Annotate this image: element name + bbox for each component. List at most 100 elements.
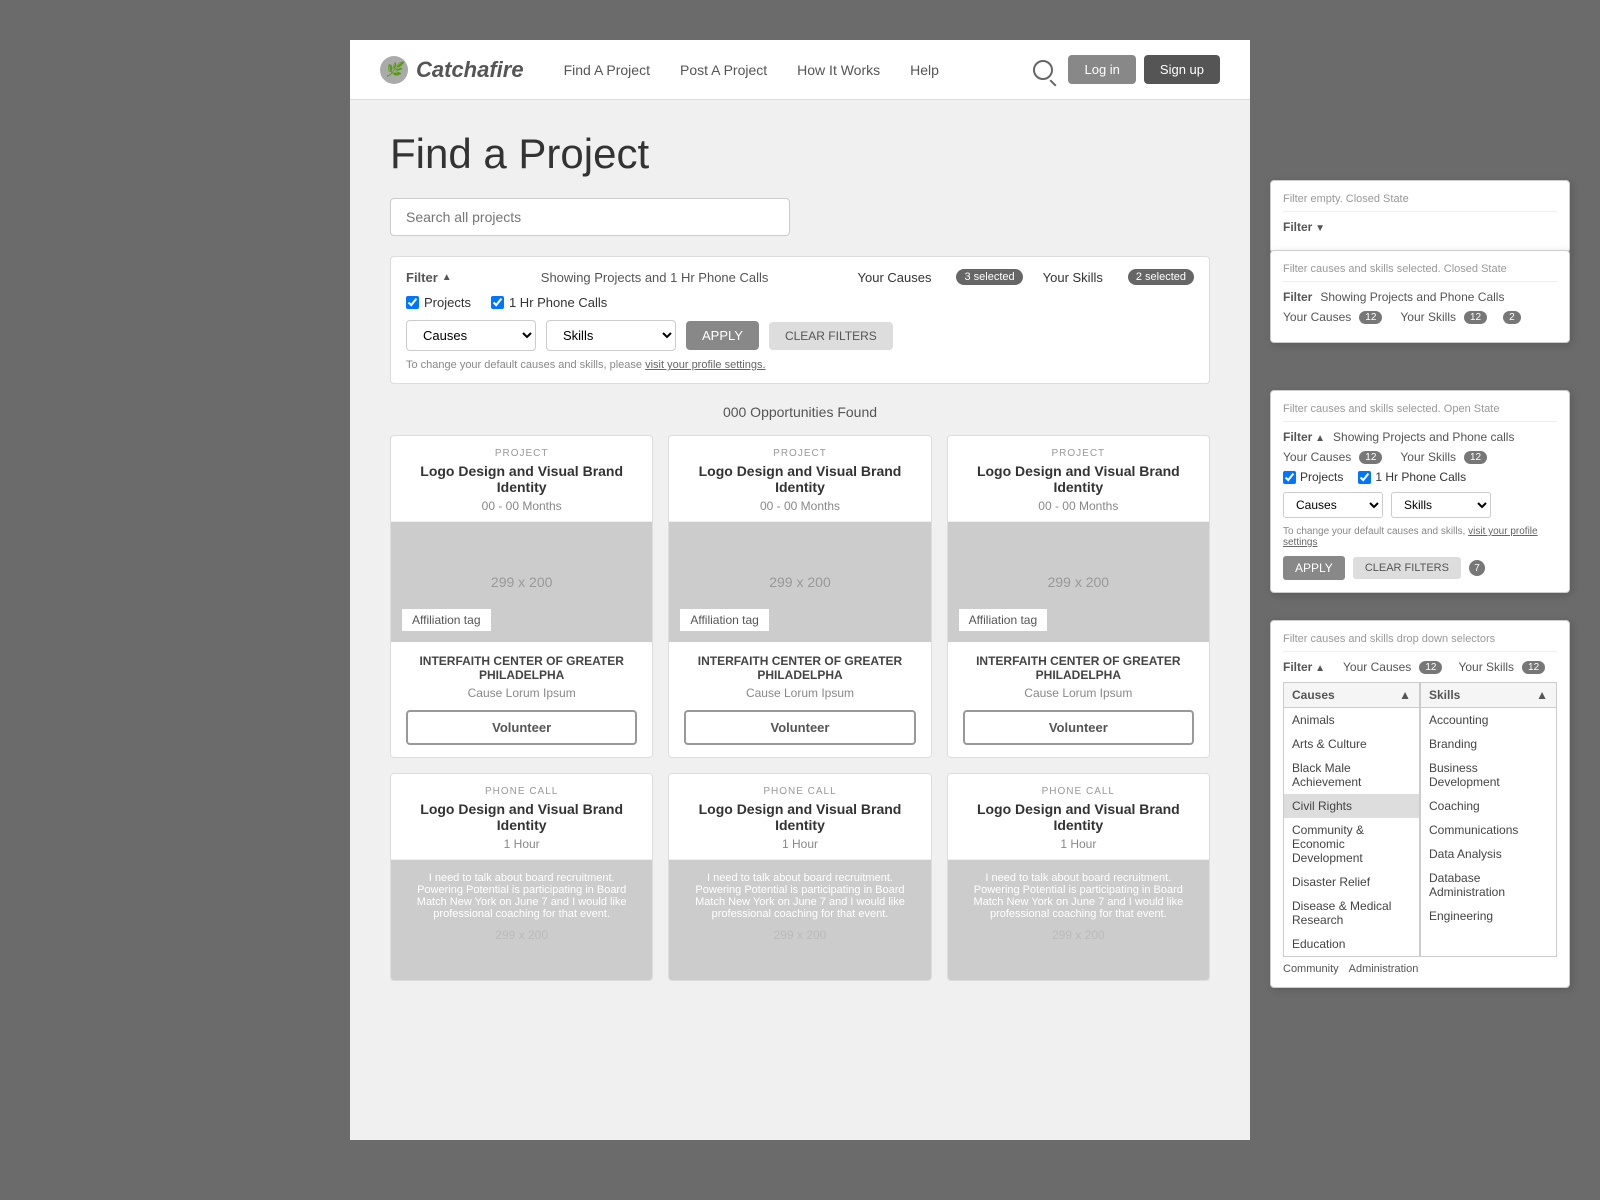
skill-item-database[interactable]: Database Administration: [1421, 866, 1556, 904]
filter-label[interactable]: Filter: [406, 270, 452, 285]
causes-select[interactable]: Causes: [406, 320, 536, 351]
card-image-size-1: 299 x 200: [491, 574, 553, 590]
page-title: Find a Project: [390, 130, 1210, 178]
panel-3-phone-text: 1 Hr Phone Calls: [1375, 470, 1466, 484]
skills-col-header: Skills ▲: [1421, 683, 1556, 708]
phone-card-1: PHONE CALL Logo Design and Visual Brand …: [390, 773, 653, 981]
skill-item-accounting[interactable]: Accounting: [1421, 708, 1556, 732]
panel-3-skills-badge: 12: [1464, 451, 1487, 464]
annotation-panel-4: Filter causes and skills drop down selec…: [1270, 620, 1570, 988]
projects-checkbox[interactable]: [406, 296, 419, 309]
phone-card-2: PHONE CALL Logo Design and Visual Brand …: [668, 773, 931, 981]
panel-2-skills-badge: 12: [1464, 311, 1487, 324]
clear-filters-button[interactable]: CLEAR FILTERS: [769, 322, 893, 350]
panel-1-filter-row: Filter: [1283, 220, 1557, 234]
card-footer-1: INTERFAITH CENTER OF GREATER PHILADELPHA…: [391, 642, 652, 757]
skills-dropdown-col: Skills ▲ Accounting Branding Business De…: [1420, 682, 1557, 957]
nav-how-it-works[interactable]: How It Works: [797, 62, 880, 78]
nav-find-project[interactable]: Find A Project: [564, 62, 650, 78]
panel-2-filter-label[interactable]: Filter: [1283, 290, 1312, 304]
causes-dropdown-col: Causes ▲ Animals Arts & Culture Black Ma…: [1283, 682, 1420, 957]
nav-post-project[interactable]: Post A Project: [680, 62, 767, 78]
nav-help[interactable]: Help: [910, 62, 939, 78]
project-cards-grid: PROJECT Logo Design and Visual Brand Ide…: [390, 435, 1210, 758]
skill-item-business[interactable]: Business Development: [1421, 756, 1556, 794]
panel-3-filter-label[interactable]: Filter: [1283, 430, 1325, 444]
phone-calls-checkbox-label[interactable]: 1 Hr Phone Calls: [491, 295, 607, 310]
phone-card-title-1: Logo Design and Visual Brand Identity: [406, 801, 637, 833]
cause-item-education[interactable]: Education: [1284, 932, 1419, 956]
project-card-1: PROJECT Logo Design and Visual Brand Ide…: [390, 435, 653, 758]
card-cause-1: Cause Lorum Ipsum: [406, 686, 637, 700]
phone-card-type-3: PHONE CALL: [963, 786, 1194, 797]
panel-4-skills-badge: 12: [1522, 661, 1545, 674]
panel-3-phone-checkbox[interactable]: [1358, 471, 1371, 484]
panel-3-phone-label[interactable]: 1 Hr Phone Calls: [1358, 470, 1466, 484]
card-title-3: Logo Design and Visual Brand Identity: [963, 463, 1194, 495]
apply-button[interactable]: APPLY: [686, 321, 759, 350]
site-logo[interactable]: 🌿 Catchafire: [380, 56, 524, 84]
cause-item-disease[interactable]: Disease & Medical Research: [1284, 894, 1419, 932]
volunteer-button-2[interactable]: Volunteer: [684, 710, 915, 745]
panel-3-projects-label[interactable]: Projects: [1283, 470, 1343, 484]
panel-2-causes-row: Your Causes 12 Your Skills 12 2: [1283, 310, 1557, 324]
cause-item-animals[interactable]: Animals: [1284, 708, 1419, 732]
volunteer-button-3[interactable]: Volunteer: [963, 710, 1194, 745]
affiliation-tag-1: Affiliation tag: [401, 608, 492, 632]
search-input[interactable]: [390, 198, 790, 236]
panel-3-clear-button[interactable]: CLEAR FILTERS: [1353, 557, 1461, 579]
volunteer-button-1[interactable]: Volunteer: [406, 710, 637, 745]
panel-3-projects-checkbox[interactable]: [1283, 471, 1296, 484]
panel-3-causes-row: Your Causes 12 Your Skills 12: [1283, 450, 1557, 464]
nav-links: Find A Project Post A Project How It Wor…: [564, 62, 1034, 78]
panel-2-filter-row: Filter Showing Projects and Phone Calls: [1283, 290, 1557, 304]
skill-item-engineering[interactable]: Engineering: [1421, 904, 1556, 928]
panel-4-causes-label: Your Causes: [1343, 660, 1411, 674]
panel-4-bottom-labels: Community Administration: [1283, 963, 1557, 975]
cause-item-black-male[interactable]: Black Male Achievement: [1284, 756, 1419, 794]
cause-item-community[interactable]: Community & Economic Development: [1284, 818, 1419, 870]
skill-item-coaching[interactable]: Coaching: [1421, 794, 1556, 818]
skill-item-branding[interactable]: Branding: [1421, 732, 1556, 756]
phone-card-duration-2: 1 Hour: [684, 837, 915, 851]
phone-card-size-1: 299 x 200: [406, 928, 637, 942]
your-causes-label: Your Causes: [858, 270, 932, 285]
skills-select[interactable]: Skills: [546, 320, 676, 351]
filter-showing-text: Showing Projects and 1 Hr Phone Calls: [472, 270, 838, 285]
panel-4-skills-label: Your Skills: [1458, 660, 1514, 674]
card-image-2: 299 x 200 Affiliation tag: [669, 522, 930, 642]
search-icon[interactable]: [1033, 60, 1053, 80]
card-duration-3: 00 - 00 Months: [963, 499, 1194, 513]
phone-card-header-2: PHONE CALL Logo Design and Visual Brand …: [669, 774, 930, 860]
projects-checkbox-label[interactable]: Projects: [406, 295, 471, 310]
skill-item-data[interactable]: Data Analysis: [1421, 842, 1556, 866]
logo-icon: 🌿: [380, 56, 408, 84]
phone-calls-checkbox[interactable]: [491, 296, 504, 309]
annotation-panel-2: Filter causes and skills selected. Close…: [1270, 250, 1570, 343]
card-header-2: PROJECT Logo Design and Visual Brand Ide…: [669, 436, 930, 522]
card-image-size-3: 299 x 200: [1048, 574, 1110, 590]
login-button[interactable]: Log in: [1068, 55, 1135, 84]
project-card-2: PROJECT Logo Design and Visual Brand Ide…: [668, 435, 931, 758]
panel-3-causes-select[interactable]: Causes: [1283, 492, 1383, 518]
panel-4-filter-label[interactable]: Filter: [1283, 660, 1325, 674]
panel-3-skills-select[interactable]: Skills: [1391, 492, 1491, 518]
panel-3-apply-button[interactable]: APPLY: [1283, 556, 1345, 580]
cause-item-disaster[interactable]: Disaster Relief: [1284, 870, 1419, 894]
panel-3-causes-badge: 12: [1359, 451, 1382, 464]
filter-dropdowns: Causes Skills APPLY CLEAR FILTERS: [406, 320, 1194, 351]
cause-item-arts[interactable]: Arts & Culture: [1284, 732, 1419, 756]
panel-3-skills-label: Your Skills: [1400, 450, 1456, 464]
profile-settings-link[interactable]: visit your profile settings.: [645, 359, 765, 371]
signup-button[interactable]: Sign up: [1144, 55, 1220, 84]
skill-item-communications[interactable]: Communications: [1421, 818, 1556, 842]
filter-checkboxes: Projects 1 Hr Phone Calls: [406, 295, 1194, 310]
filter-note: To change your default causes and skills…: [406, 359, 1194, 371]
cause-item-civil-rights[interactable]: Civil Rights: [1284, 794, 1419, 818]
card-type-1: PROJECT: [406, 448, 637, 459]
panel-1-filter-label[interactable]: Filter: [1283, 220, 1325, 234]
card-header-1: PROJECT Logo Design and Visual Brand Ide…: [391, 436, 652, 522]
panel-3-clear-badge: 7: [1469, 560, 1485, 576]
phone-card-text-1: I need to talk about board recruitment. …: [406, 872, 637, 920]
phone-card-size-2: 299 x 200: [684, 928, 915, 942]
